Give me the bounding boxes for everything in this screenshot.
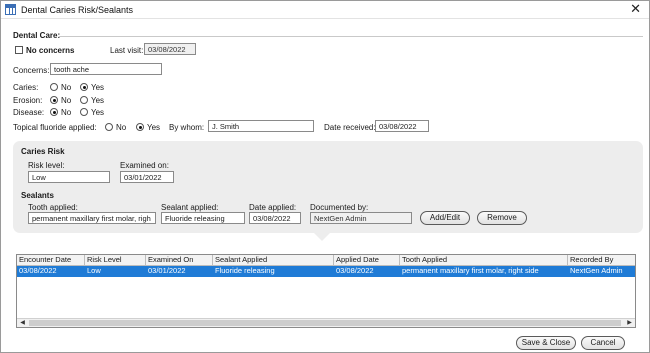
examined-on-label: Examined on: <box>120 161 169 170</box>
column-header-encounter-date[interactable]: Encounter Date <box>17 255 85 266</box>
risk-level-label: Risk level: <box>28 161 65 170</box>
column-header-sealant-applied[interactable]: Sealant Applied <box>213 255 334 266</box>
erosion-no-label: No <box>61 96 72 105</box>
by-whom-input[interactable]: J. Smith <box>208 120 314 132</box>
fluoride-no-radio[interactable] <box>105 123 113 131</box>
no-concerns-checkbox[interactable] <box>15 46 23 54</box>
add-edit-button[interactable]: Add/Edit <box>420 211 470 225</box>
cell-encounter-date: 03/08/2022 <box>19 266 57 275</box>
date-applied-label: Date applied: <box>249 203 297 212</box>
tooth-applied-label: Tooth applied: <box>28 203 78 212</box>
caries-no-label: No <box>61 83 72 92</box>
close-icon[interactable]: ✕ <box>630 2 641 16</box>
cell-examined-on: 03/01/2022 <box>148 266 186 275</box>
risk-level-input[interactable]: Low <box>28 171 110 183</box>
date-received-label: Date received: <box>324 123 376 132</box>
sealant-applied-input[interactable]: Fluoride releasing <box>161 212 245 224</box>
scroll-thumb[interactable] <box>29 320 621 326</box>
sealants-heading: Sealants <box>21 191 54 200</box>
horizontal-scrollbar[interactable]: ◀ ▶ <box>17 318 635 327</box>
section-divider <box>59 36 643 37</box>
scroll-right-icon[interactable]: ▶ <box>625 319 634 327</box>
cell-applied-date: 03/08/2022 <box>336 266 374 275</box>
caries-risk-heading: Caries Risk <box>21 147 65 156</box>
sealant-applied-label: Sealant applied: <box>161 203 219 212</box>
column-header-recorded-by[interactable]: Recorded By <box>568 255 635 266</box>
table-row[interactable]: 03/08/2022 Low 03/01/2022 Fluoride relea… <box>17 266 635 277</box>
concerns-input[interactable]: tooth ache <box>50 63 162 75</box>
app-window-icon <box>5 4 16 15</box>
erosion-yes-label: Yes <box>91 96 105 105</box>
fluoride-no-label: No <box>116 123 127 132</box>
cancel-button[interactable]: Cancel <box>581 336 625 350</box>
documented-by-label: Documented by: <box>310 203 369 212</box>
erosion-yes-radio[interactable] <box>80 96 88 104</box>
save-close-button[interactable]: Save & Close <box>516 336 576 350</box>
disease-label: Disease: <box>13 108 45 117</box>
examined-on-input[interactable]: 03/01/2022 <box>120 171 174 183</box>
erosion-label: Erosion: <box>13 96 43 105</box>
cell-sealant-applied: Fluoride releasing <box>215 266 275 275</box>
scroll-left-icon[interactable]: ◀ <box>18 319 27 327</box>
cell-tooth-applied: permanent maxillary first molar, right s… <box>402 266 539 275</box>
caries-no-radio[interactable] <box>50 83 58 91</box>
fluoride-label: Topical fluoride applied: <box>13 123 97 132</box>
title-bar: Dental Caries Risk/Sealants ✕ <box>1 1 649 19</box>
grid-header: Encounter Date Risk Level Examined On Se… <box>17 255 635 266</box>
column-header-examined-on[interactable]: Examined On <box>146 255 213 266</box>
window-title: Dental Caries Risk/Sealants <box>21 5 134 15</box>
caries-label: Caries: <box>13 83 39 92</box>
dialog-window: Dental Caries Risk/Sealants ✕ Dental Car… <box>0 0 650 353</box>
fluoride-yes-radio[interactable] <box>136 123 144 131</box>
last-visit-label: Last visit: <box>110 46 144 55</box>
dental-care-heading: Dental Care: <box>13 31 61 40</box>
erosion-no-radio[interactable] <box>50 96 58 104</box>
no-concerns-label: No concerns <box>26 46 75 55</box>
caries-yes-radio[interactable] <box>80 83 88 91</box>
caries-yes-label: Yes <box>91 83 105 92</box>
cell-risk-level: Low <box>87 266 101 275</box>
remove-button[interactable]: Remove <box>477 211 527 225</box>
cell-recorded-by: NextGen Admin <box>570 266 623 275</box>
sealants-grid: Encounter Date Risk Level Examined On Se… <box>16 254 636 328</box>
column-header-tooth-applied[interactable]: Tooth Applied <box>400 255 568 266</box>
fluoride-yes-label: Yes <box>147 123 161 132</box>
disease-yes-radio[interactable] <box>80 108 88 116</box>
panel-pointer <box>314 233 330 241</box>
date-applied-input[interactable]: 03/08/2022 <box>249 212 301 224</box>
last-visit-field: 03/08/2022 <box>144 43 196 55</box>
concerns-label: Concerns: <box>13 66 50 75</box>
disease-no-label: No <box>61 108 72 117</box>
disease-yes-label: Yes <box>91 108 105 117</box>
date-received-input[interactable]: 03/08/2022 <box>375 120 429 132</box>
column-header-risk-level[interactable]: Risk Level <box>85 255 146 266</box>
disease-no-radio[interactable] <box>50 108 58 116</box>
documented-by-field: NextGen Admin <box>310 212 412 224</box>
column-header-applied-date[interactable]: Applied Date <box>334 255 400 266</box>
by-whom-label: By whom: <box>169 123 205 132</box>
tooth-applied-input[interactable]: permanent maxillary first molar, righ <box>28 212 156 224</box>
